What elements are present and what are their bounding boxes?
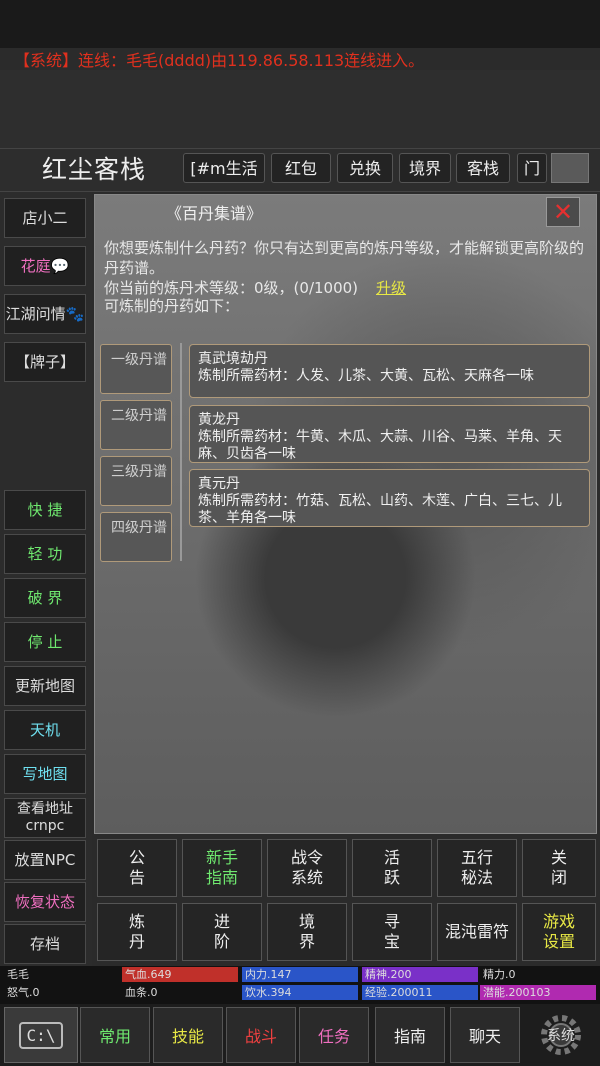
available-label: 可炼制的丹药如下： [104,297,240,315]
gate-button[interactable]: 门 [517,153,547,183]
recipe-card[interactable]: 真元丹 炼制所需药材：竹菇、瓦松、山药、木莲、广白、三七、儿茶、羊角各一味 [189,469,590,527]
tab-level-4[interactable]: 四级丹谱 [100,512,172,562]
console-button[interactable]: C:\ [4,1007,78,1063]
recipe-card[interactable]: 黄龙丹 炼制所需药材：牛黄、木瓜、大蒜、川谷、马莱、羊角、天麻、贝齿各一味 [189,405,590,463]
recipe-name: 真元丹 [198,476,240,492]
sidebar-item-jianghu[interactable]: 江湖问情🐾 [4,294,86,334]
tab-divider [180,343,182,561]
panel-title: 《百丹集谱》 [166,204,263,223]
top-bar [0,0,600,48]
life-button[interactable]: [#m生活 [183,153,265,183]
inn-button[interactable]: 客栈 [456,153,510,183]
tab-level-1[interactable]: 一级丹谱 [100,344,172,394]
system-message: 【系统】连线：毛毛(dddd)由119.86.58.113连线进入。 [14,47,424,71]
tab-level-3[interactable]: 三级丹谱 [100,456,172,506]
sidebar-item-sign[interactable]: 【牌子】 [4,342,86,382]
recipe-card[interactable]: 真武境劫丹 炼制所需药材：人发、儿茶、大黄、瓦松、天麻各一味 [189,344,590,398]
sidebar-item-waiter[interactable]: 店小二 [4,198,86,238]
sidebar-item-qinggong[interactable]: 轻 功 [4,534,86,574]
sidebar-item-view-address[interactable]: 查看地址crnpc [4,798,86,838]
header-square[interactable] [551,153,589,183]
recipe-materials: 炼制所需药材：牛黄、木瓜、大蒜、川谷、马莱、羊角、天麻、贝齿各一味 [198,429,562,462]
nav-guide[interactable]: 指南 [375,1007,445,1063]
sidebar-item-write-map[interactable]: 写地图 [4,754,86,794]
realm-grid-button[interactable]: 境 界 [267,903,347,961]
upgrade-link[interactable]: 升级 [376,279,406,297]
nav-quest[interactable]: 任务 [299,1007,369,1063]
intro-text: 你想要炼制什么丹药？你只有达到更高的炼丹等级，才能解锁更高阶级的丹药谱。 [104,239,585,277]
tab-level-2[interactable]: 二级丹谱 [100,400,172,450]
exp-bar: 经验.200011 [362,985,478,1000]
sidebar-item-update-map[interactable]: 更新地图 [4,666,86,706]
status-panel: 毛毛 怒气.0 气血.649 血条.0 内力.147 饮水.394 精神.200… [0,966,600,1004]
sidebar-item-shortcut[interactable]: 快 捷 [4,490,86,530]
panel-intro: 你想要炼制什么丹药？你只有达到更高的炼丹等级，才能解锁更高阶级的丹药谱。 你当前… [104,238,592,298]
sidebar-item-break[interactable]: 破 界 [4,578,86,618]
sidebar-item-save[interactable]: 存档 [4,924,86,964]
system-text: 连线：毛毛(dddd)由119.86.58.113连线进入。 [78,51,425,70]
red-packet-button[interactable]: 红包 [271,153,331,183]
scene-background [0,70,600,148]
sidebar-item-place-npc[interactable]: 放置NPC [4,840,86,880]
close-button[interactable]: 关 闭 [522,839,596,897]
close-icon[interactable]: ✕ [546,197,580,227]
nav-battle[interactable]: 战斗 [226,1007,296,1063]
chaos-talisman-button[interactable]: 混沌雷符 [437,903,517,961]
nav-chat[interactable]: 聊天 [450,1007,520,1063]
potential-bar: 潜能.200103 [480,985,596,1000]
water-bar: 饮水.394 [242,985,358,1000]
energy-stat: 精力.0 [483,968,516,981]
recipe-name: 真武境劫丹 [198,351,268,367]
sidebar-item-stop[interactable]: 停 止 [4,622,86,662]
system-gear-icon[interactable]: 系统 [526,1008,596,1062]
exchange-button[interactable]: 兑换 [337,153,393,183]
system-tag: 【系统】 [14,51,79,70]
nav-common[interactable]: 常用 [80,1007,150,1063]
hp-bar: 气血.649 [122,967,238,982]
treasure-button[interactable]: 寻 宝 [352,903,432,961]
sidebar-item-garden[interactable]: 花庭💬 [4,246,86,286]
alchemy-button[interactable]: 炼 丹 [97,903,177,961]
recipe-materials: 炼制所需药材：人发、儿茶、大黄、瓦松、天麻各一味 [198,368,534,384]
player-name: 毛毛 [7,968,29,981]
notice-button[interactable]: 公 告 [97,839,177,897]
realm-button[interactable]: 境界 [399,153,451,183]
hp-bar-text: 血条.0 [125,986,158,999]
battle-pass-button[interactable]: 战令 系统 [267,839,347,897]
activity-button[interactable]: 活 跃 [352,839,432,897]
recipe-name: 黄龙丹 [198,412,240,428]
guide-button[interactable]: 新手 指南 [182,839,262,897]
nav-skills[interactable]: 技能 [153,1007,223,1063]
rage-stat: 怒气.0 [7,986,40,999]
spirit-bar: 精神.200 [362,967,478,982]
console-icon: C:\ [18,1021,64,1049]
recipe-materials: 炼制所需药材：竹菇、瓦松、山药、木莲、广白、三七、儿茶、羊角各一味 [198,493,562,526]
system-label: 系统 [547,1028,575,1044]
room-title: 红尘客栈 [42,155,147,184]
sidebar-item-tianji[interactable]: 天机 [4,710,86,750]
sidebar-item-restore[interactable]: 恢复状态 [4,882,86,922]
advance-button[interactable]: 进 阶 [182,903,262,961]
power-bar: 内力.147 [242,967,358,982]
game-settings-button[interactable]: 游戏 设置 [522,903,596,961]
five-elements-button[interactable]: 五行 秘法 [437,839,517,897]
